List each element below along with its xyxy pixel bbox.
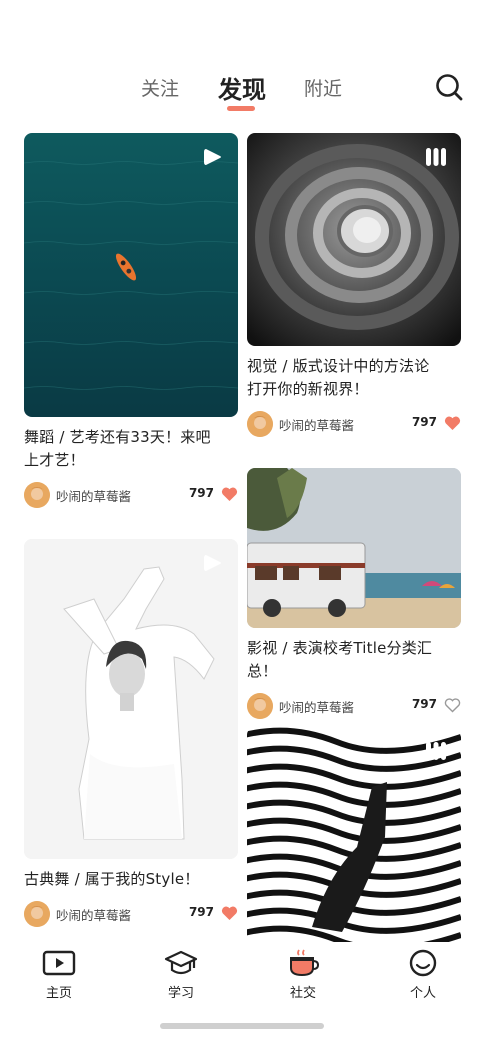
card-title: 古典舞 / 属于我的Style！ bbox=[24, 870, 200, 888]
top-header: 关注 发现 附近 bbox=[0, 0, 484, 125]
avatar[interactable] bbox=[247, 411, 273, 437]
author-name[interactable]: 吵闹的草莓酱 bbox=[56, 905, 131, 924]
nav-social[interactable]: 社交 bbox=[273, 948, 333, 1001]
home-indicator[interactable] bbox=[160, 1023, 324, 1029]
card-meta: 吵闹的草莓酱 797 bbox=[24, 480, 238, 510]
search-icon bbox=[436, 74, 463, 101]
video-icon bbox=[42, 950, 76, 976]
graduation-cap-icon bbox=[164, 950, 198, 975]
heart-outline-icon[interactable] bbox=[444, 697, 461, 713]
heart-icon[interactable] bbox=[221, 486, 238, 502]
like-count: 797 bbox=[411, 415, 437, 429]
like-count: 797 bbox=[411, 697, 437, 711]
heart-icon[interactable] bbox=[221, 905, 238, 921]
nav-label: 个人 bbox=[409, 986, 436, 1001]
card-image-kayak[interactable] bbox=[24, 133, 238, 417]
card-title: 舞蹈 / 艺考还有33天！来吧 上才艺！ bbox=[24, 428, 211, 469]
like-count: 797 bbox=[188, 486, 214, 500]
feed-card[interactable]: 视觉 / 版式设计中的方法论 打开你的新视界！ 吵闹的草莓酱 797 bbox=[247, 133, 461, 439]
nav-profile[interactable]: 个人 bbox=[393, 948, 453, 1001]
bottom-navigation: 主页 学习 社交 个人 bbox=[0, 942, 484, 1006]
search-button[interactable] bbox=[434, 72, 464, 102]
author-name[interactable]: 吵闹的草莓酱 bbox=[279, 415, 354, 434]
feed-card[interactable] bbox=[247, 727, 461, 942]
active-tab-indicator bbox=[227, 106, 255, 111]
feed-card[interactable]: 影视 / 表演校考Title分类汇总！ 吵闹的草莓酱 797 bbox=[247, 468, 461, 721]
play-icon bbox=[204, 149, 221, 165]
nav-label: 社交 bbox=[289, 986, 316, 1001]
card-title: 视觉 / 版式设计中的方法论 打开你的新视界！ bbox=[247, 357, 430, 398]
card-title: 影视 / 表演校考Title分类汇总！ bbox=[247, 639, 433, 680]
nav-home[interactable]: 主页 bbox=[29, 948, 89, 1001]
card-meta: 吵闹的草莓酱 797 bbox=[24, 899, 238, 929]
avatar[interactable] bbox=[24, 482, 50, 508]
nav-study[interactable]: 学习 bbox=[151, 948, 211, 1001]
nav-label: 主页 bbox=[45, 986, 72, 1001]
tab-following[interactable]: 关注 bbox=[141, 74, 179, 101]
card-image-spiral[interactable] bbox=[247, 133, 461, 346]
avatar[interactable] bbox=[24, 901, 50, 927]
card-image-dancer[interactable] bbox=[24, 539, 238, 859]
tab-nearby[interactable]: 附近 bbox=[304, 74, 342, 101]
gallery-icon bbox=[426, 742, 446, 760]
card-image-stripes[interactable] bbox=[247, 727, 461, 942]
feed-card[interactable]: 舞蹈 / 艺考还有33天！来吧 上才艺！ 吵闹的草莓酱 797 bbox=[24, 133, 238, 510]
card-image-camper[interactable] bbox=[247, 468, 461, 628]
card-meta: 吵闹的草莓酱 797 bbox=[247, 691, 461, 721]
kayak-photo bbox=[24, 133, 238, 417]
smiley-icon bbox=[409, 949, 437, 977]
heart-icon[interactable] bbox=[444, 415, 461, 431]
dancer-photo bbox=[24, 539, 238, 859]
author-name[interactable]: 吵闹的草莓酱 bbox=[279, 697, 354, 716]
card-meta: 吵闹的草莓酱 797 bbox=[247, 409, 461, 439]
like-count: 797 bbox=[188, 905, 214, 919]
coffee-cup-icon bbox=[290, 949, 320, 977]
gallery-icon bbox=[426, 148, 446, 166]
camper-photo bbox=[247, 468, 461, 628]
author-name[interactable]: 吵闹的草莓酱 bbox=[56, 486, 131, 505]
feed-card[interactable]: 古典舞 / 属于我的Style！ 吵闹的草莓酱 797 bbox=[24, 539, 238, 929]
avatar[interactable] bbox=[247, 693, 273, 719]
tab-discover[interactable]: 发现 bbox=[218, 70, 266, 105]
play-icon bbox=[204, 555, 221, 571]
nav-label: 学习 bbox=[167, 986, 194, 1001]
